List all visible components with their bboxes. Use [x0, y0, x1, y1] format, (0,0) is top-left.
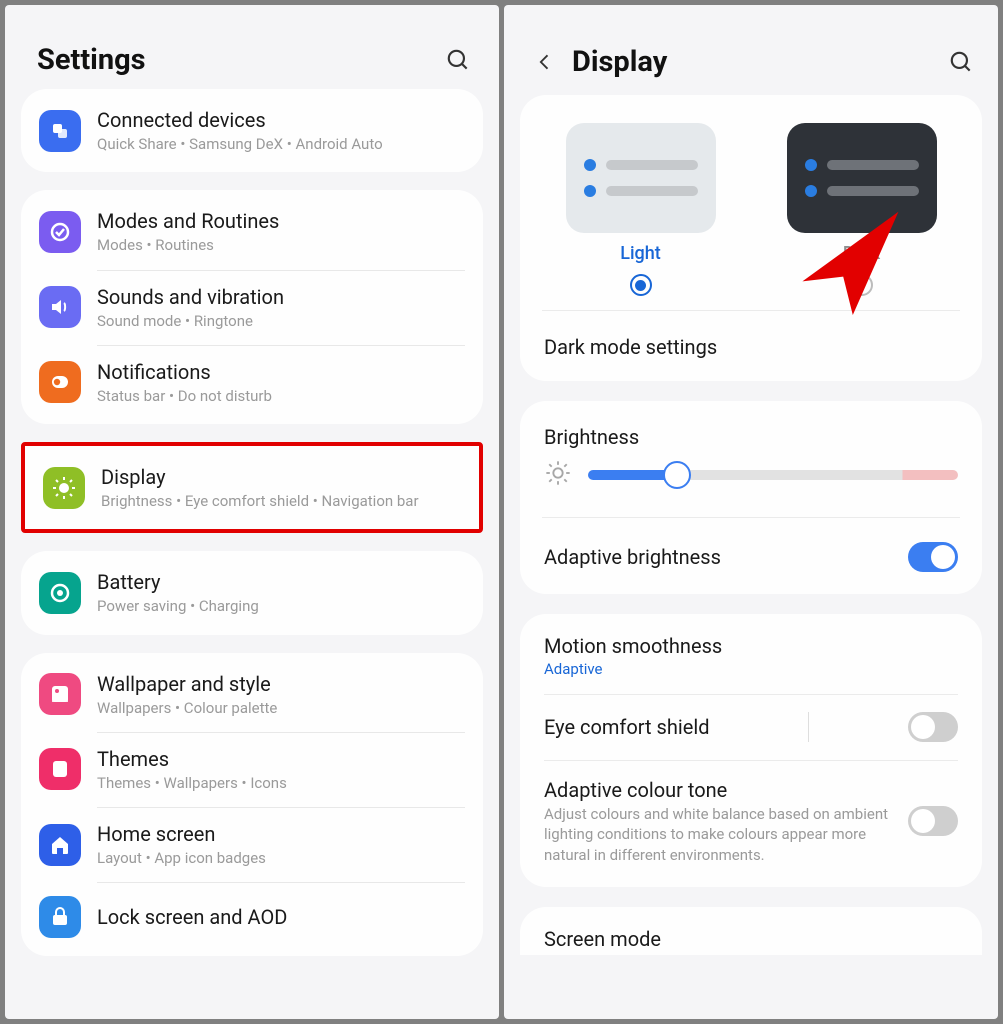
toggle-sub: Adjust colours and white balance based o… [544, 804, 894, 865]
dark-preview-icon [787, 123, 937, 233]
settings-row-sound[interactable]: Sounds and vibrationSound mode • Rington… [21, 270, 483, 345]
eye-comfort-row[interactable]: Eye comfort shield [520, 694, 982, 760]
highlight-box: DisplayBrightness • Eye comfort shield •… [21, 442, 483, 533]
settings-row-lock[interactable]: Lock screen and AOD [21, 882, 483, 952]
adaptive-brightness-switch[interactable] [908, 542, 958, 572]
settings-group: Connected devicesQuick Share • Samsung D… [21, 89, 483, 172]
themes-icon [39, 748, 81, 790]
search-icon [445, 47, 471, 73]
settings-group: Modes and RoutinesModes • RoutinesSounds… [21, 190, 483, 424]
brightness-slider[interactable] [588, 470, 958, 480]
battery-icon [39, 572, 81, 614]
light-preview-icon [566, 123, 716, 233]
settings-group: Wallpaper and styleWallpapers • Colour p… [21, 653, 483, 957]
toggle-label: Eye comfort shield [544, 715, 710, 739]
back-button[interactable] [528, 45, 562, 79]
slider-thumb[interactable] [663, 461, 691, 489]
theme-label: Light [620, 243, 661, 264]
display-options-card: Motion smoothness Adaptive Eye comfort s… [520, 614, 982, 887]
motion-smoothness-link[interactable]: Motion smoothness Adaptive [520, 618, 982, 694]
settings-row-battery[interactable]: BatteryPower saving • Charging [21, 555, 483, 630]
adaptive-brightness-row[interactable]: Adaptive brightness [520, 524, 982, 590]
settings-row-display[interactable]: DisplayBrightness • Eye comfort shield •… [25, 446, 479, 529]
settings-row-themes[interactable]: ThemesThemes • Wallpapers • Icons [21, 732, 483, 807]
screen-mode-card: Screen mode [520, 907, 982, 955]
settings-group: BatteryPower saving • Charging [21, 551, 483, 634]
settings-row-home[interactable]: Home screenLayout • App icon badges [21, 807, 483, 882]
home-icon [39, 824, 81, 866]
row-title: Motion smoothness [544, 634, 958, 658]
display-panel: Display Light Dark [504, 5, 998, 1019]
row-title: Home screen [97, 821, 465, 847]
theme-card: Light Dark Dark mode settings [520, 95, 982, 381]
adaptive-colour-switch[interactable] [908, 806, 958, 836]
sound-icon [39, 286, 81, 328]
row-sub: Sound mode • Ringtone [97, 311, 465, 331]
settings-row-connected[interactable]: Connected devicesQuick Share • Samsung D… [21, 93, 483, 168]
adaptive-colour-row[interactable]: Adaptive colour tone Adjust colours and … [520, 760, 982, 883]
eye-comfort-switch[interactable] [908, 712, 958, 742]
display-icon [43, 467, 85, 509]
row-title: Connected devices [97, 107, 465, 133]
theme-label: Dark [843, 243, 880, 264]
row-sub: Brightness • Eye comfort shield • Naviga… [101, 491, 461, 511]
screen-mode-link[interactable]: Screen mode [520, 911, 982, 951]
theme-option-dark[interactable]: Dark [787, 123, 937, 296]
dark-mode-settings-link[interactable]: Dark mode settings [520, 317, 982, 377]
row-title: Modes and Routines [97, 208, 465, 234]
row-sub: Wallpapers • Colour palette [97, 698, 465, 718]
page-title: Display [572, 45, 936, 79]
row-value: Adaptive [544, 660, 958, 678]
row-title: Wallpaper and style [97, 671, 465, 697]
row-title: Display [101, 464, 461, 490]
chevron-left-icon [535, 52, 555, 72]
toggle-label: Adaptive colour tone [544, 778, 894, 802]
row-title: Notifications [97, 359, 465, 385]
search-button[interactable] [946, 47, 976, 77]
brightness-icon [544, 459, 572, 491]
settings-panel: Settings Connected devicesQuick Share • … [5, 5, 499, 1019]
search-icon [948, 49, 974, 75]
settings-row-notif[interactable]: NotificationsStatus bar • Do not disturb [21, 345, 483, 420]
radio-dark[interactable] [851, 274, 873, 296]
row-sub: Themes • Wallpapers • Icons [97, 773, 465, 793]
row-sub: Modes • Routines [97, 235, 465, 255]
row-sub: Power saving • Charging [97, 596, 465, 616]
radio-light[interactable] [630, 274, 652, 296]
wallpaper-icon [39, 673, 81, 715]
toggle-label: Adaptive brightness [544, 545, 721, 569]
row-sub: Layout • App icon badges [97, 848, 465, 868]
brightness-label: Brightness [520, 405, 982, 455]
brightness-card: Brightness Adaptive brightness [520, 401, 982, 594]
modes-icon [39, 211, 81, 253]
row-sub: Status bar • Do not disturb [97, 386, 465, 406]
search-button[interactable] [443, 45, 473, 75]
lock-icon [39, 896, 81, 938]
page-title: Settings [37, 43, 146, 77]
row-sub: Quick Share • Samsung DeX • Android Auto [97, 134, 465, 154]
theme-option-light[interactable]: Light [566, 123, 716, 296]
settings-row-wallpaper[interactable]: Wallpaper and styleWallpapers • Colour p… [21, 657, 483, 732]
settings-row-modes[interactable]: Modes and RoutinesModes • Routines [21, 194, 483, 269]
notif-icon [39, 361, 81, 403]
row-title: Battery [97, 569, 465, 595]
row-title: Themes [97, 746, 465, 772]
row-title: Sounds and vibration [97, 284, 465, 310]
row-title: Lock screen and AOD [97, 904, 465, 930]
connected-icon [39, 110, 81, 152]
